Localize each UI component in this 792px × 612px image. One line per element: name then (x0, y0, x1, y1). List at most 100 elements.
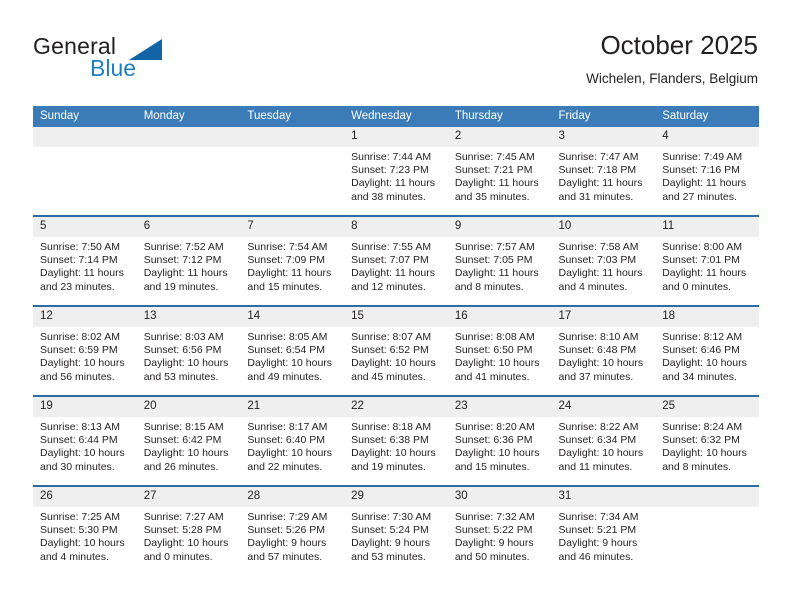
calendar-day-cell[interactable]: 5 Sunrise: 7:50 AM Sunset: 7:14 PM Daylig… (33, 215, 137, 306)
calendar-day-cell[interactable]: 26 Sunrise: 7:25 AM Sunset: 5:30 PM Dayli… (33, 485, 137, 575)
calendar-day-cell[interactable]: 3 Sunrise: 7:47 AM Sunset: 7:18 PM Daylig… (551, 127, 656, 216)
calendar-day-number: 9 (447, 217, 552, 237)
calendar-day-cell[interactable]: 9 Sunrise: 7:57 AM Sunset: 7:05 PM Daylig… (447, 215, 552, 306)
calendar-day-sun-info: Sunrise: 8:05 AM Sunset: 6:54 PM Dayligh… (247, 331, 333, 383)
weekday-header-saturday: Saturday (655, 106, 759, 127)
calendar-day-cell[interactable]: 6 Sunrise: 7:52 AM Sunset: 7:12 PM Daylig… (136, 215, 241, 306)
calendar-day-number (655, 487, 759, 507)
calendar-day-cell[interactable]: 12 Sunrise: 8:02 AM Sunset: 6:59 PM Dayli… (33, 305, 137, 396)
calendar-day-inner: 15 Sunrise: 8:07 AM Sunset: 6:52 PM Dayli… (344, 307, 448, 395)
calendar-day-inner: 21 Sunrise: 8:17 AM Sunset: 6:40 PM Dayli… (240, 397, 345, 485)
calendar-day-sun-info: Sunrise: 8:02 AM Sunset: 6:59 PM Dayligh… (40, 331, 125, 383)
calendar-day-cell[interactable]: 24 Sunrise: 8:22 AM Sunset: 6:34 PM Dayli… (551, 395, 656, 486)
calendar-day-cell[interactable]: 28 Sunrise: 7:29 AM Sunset: 5:26 PM Dayli… (240, 485, 345, 575)
calendar-day-number: 7 (240, 217, 345, 237)
calendar-day-inner: 26 Sunrise: 7:25 AM Sunset: 5:30 PM Dayli… (33, 487, 137, 575)
calendar-day-cell[interactable]: 16 Sunrise: 8:08 AM Sunset: 6:50 PM Dayli… (447, 305, 552, 396)
logo-general-blue[interactable]: General Blue (33, 33, 273, 85)
calendar-day-cell[interactable]: 25 Sunrise: 8:24 AM Sunset: 6:32 PM Dayli… (655, 395, 759, 486)
calendar-day-cell[interactable]: 13 Sunrise: 8:03 AM Sunset: 6:56 PM Dayli… (136, 305, 241, 396)
calendar-day-inner: 3 Sunrise: 7:47 AM Sunset: 7:18 PM Daylig… (551, 127, 656, 215)
calendar-day-sun-info: Sunrise: 8:10 AM Sunset: 6:48 PM Dayligh… (558, 331, 644, 383)
calendar-day-cell[interactable]: 8 Sunrise: 7:55 AM Sunset: 7:07 PM Daylig… (344, 215, 448, 306)
calendar-day-number: 2 (447, 127, 552, 147)
calendar-day-cell[interactable]: 14 Sunrise: 8:05 AM Sunset: 6:54 PM Dayli… (240, 305, 345, 396)
weekday-header-monday: Monday (136, 106, 241, 127)
calendar-day-cell[interactable]: 23 Sunrise: 8:20 AM Sunset: 6:36 PM Dayli… (447, 395, 552, 486)
calendar-day-cell[interactable]: 21 Sunrise: 8:17 AM Sunset: 6:40 PM Dayli… (240, 395, 345, 486)
calendar-day-sun-info (655, 507, 759, 511)
calendar-day-number: 17 (551, 307, 656, 327)
calendar-page: General Blue October 2025 Wichelen, Flan… (0, 0, 792, 612)
calendar-day-inner: 25 Sunrise: 8:24 AM Sunset: 6:32 PM Dayli… (655, 397, 759, 485)
calendar-day-cell[interactable]: 17 Sunrise: 8:10 AM Sunset: 6:48 PM Dayli… (551, 305, 656, 396)
calendar-day-sun-info: Sunrise: 8:20 AM Sunset: 6:36 PM Dayligh… (454, 421, 540, 473)
calendar-day-cell[interactable]: 4 Sunrise: 7:49 AM Sunset: 7:16 PM Daylig… (655, 127, 759, 216)
weekday-header-thursday: Thursday (447, 106, 552, 127)
calendar-day-cell-empty (33, 127, 137, 216)
calendar-day-cell[interactable]: 2 Sunrise: 7:45 AM Sunset: 7:21 PM Daylig… (447, 127, 552, 216)
calendar-day-sun-info: Sunrise: 8:03 AM Sunset: 6:56 PM Dayligh… (143, 331, 229, 383)
calendar-day-number: 11 (655, 217, 759, 237)
calendar-day-sun-info: Sunrise: 8:22 AM Sunset: 6:34 PM Dayligh… (558, 421, 644, 473)
calendar-day-cell[interactable]: 15 Sunrise: 8:07 AM Sunset: 6:52 PM Dayli… (344, 305, 448, 396)
calendar-day-number: 14 (240, 307, 345, 327)
calendar-day-sun-info: Sunrise: 7:50 AM Sunset: 7:14 PM Dayligh… (40, 241, 124, 293)
calendar-day-sun-info: Sunrise: 8:17 AM Sunset: 6:40 PM Dayligh… (247, 421, 333, 473)
calendar-day-number: 12 (33, 307, 137, 327)
calendar-day-number: 8 (344, 217, 448, 237)
calendar-day-inner (240, 127, 345, 215)
calendar-day-inner: 17 Sunrise: 8:10 AM Sunset: 6:48 PM Dayli… (551, 307, 656, 395)
calendar-day-sun-info: Sunrise: 8:13 AM Sunset: 6:44 PM Dayligh… (40, 421, 125, 473)
calendar-header-row: Sunday Monday Tuesday Wednesday Thursday… (33, 106, 759, 127)
calendar-day-number: 6 (136, 217, 241, 237)
calendar-day-sun-info: Sunrise: 7:45 AM Sunset: 7:21 PM Dayligh… (454, 151, 539, 203)
calendar-day-inner: 27 Sunrise: 7:27 AM Sunset: 5:28 PM Dayli… (136, 487, 241, 575)
calendar-day-inner: 28 Sunrise: 7:29 AM Sunset: 5:26 PM Dayli… (240, 487, 345, 575)
calendar-day-cell[interactable]: 31 Sunrise: 7:34 AM Sunset: 5:21 PM Dayli… (551, 485, 656, 575)
calendar-day-cell-empty (240, 127, 345, 216)
calendar-day-inner: 2 Sunrise: 7:45 AM Sunset: 7:21 PM Daylig… (447, 127, 552, 215)
calendar-day-number: 25 (655, 397, 759, 417)
calendar-day-cell[interactable]: 20 Sunrise: 8:15 AM Sunset: 6:42 PM Dayli… (136, 395, 241, 486)
calendar-day-cell[interactable]: 19 Sunrise: 8:13 AM Sunset: 6:44 PM Dayli… (33, 395, 137, 486)
calendar-day-number: 5 (33, 217, 137, 237)
calendar-day-sun-info: Sunrise: 8:00 AM Sunset: 7:01 PM Dayligh… (662, 241, 747, 293)
calendar-week-row: 1 Sunrise: 7:44 AM Sunset: 7:23 PM Daylig… (33, 127, 759, 216)
calendar-day-inner: 31 Sunrise: 7:34 AM Sunset: 5:21 PM Dayli… (551, 487, 656, 575)
calendar-day-inner: 12 Sunrise: 8:02 AM Sunset: 6:59 PM Dayli… (33, 307, 137, 395)
calendar-day-sun-info: Sunrise: 7:57 AM Sunset: 7:05 PM Dayligh… (454, 241, 539, 293)
calendar-day-number: 13 (136, 307, 241, 327)
location-subtitle: Wichelen, Flanders, Belgium (586, 71, 758, 86)
calendar-day-cell[interactable]: 29 Sunrise: 7:30 AM Sunset: 5:24 PM Dayli… (344, 485, 448, 575)
calendar-day-inner: 13 Sunrise: 8:03 AM Sunset: 6:56 PM Dayli… (136, 307, 241, 395)
calendar-day-cell[interactable]: 7 Sunrise: 7:54 AM Sunset: 7:09 PM Daylig… (240, 215, 345, 306)
calendar-week-row: 19 Sunrise: 8:13 AM Sunset: 6:44 PM Dayli… (33, 395, 759, 486)
calendar-day-number: 23 (447, 397, 552, 417)
calendar-day-cell[interactable]: 18 Sunrise: 8:12 AM Sunset: 6:46 PM Dayli… (655, 305, 759, 396)
calendar-day-number: 31 (551, 487, 656, 507)
calendar-day-number: 26 (33, 487, 137, 507)
calendar-day-inner: 11 Sunrise: 8:00 AM Sunset: 7:01 PM Dayli… (655, 217, 759, 305)
calendar-day-cell[interactable]: 22 Sunrise: 8:18 AM Sunset: 6:38 PM Dayli… (344, 395, 448, 486)
calendar-day-number: 30 (447, 487, 552, 507)
calendar-day-cell[interactable]: 11 Sunrise: 8:00 AM Sunset: 7:01 PM Dayli… (655, 215, 759, 306)
calendar-day-cell[interactable]: 1 Sunrise: 7:44 AM Sunset: 7:23 PM Daylig… (344, 127, 448, 216)
weekday-header-wednesday: Wednesday (344, 106, 448, 127)
calendar-day-sun-info: Sunrise: 8:15 AM Sunset: 6:42 PM Dayligh… (143, 421, 229, 473)
calendar-day-inner: 20 Sunrise: 8:15 AM Sunset: 6:42 PM Dayli… (136, 397, 241, 485)
calendar-day-sun-info: Sunrise: 8:12 AM Sunset: 6:46 PM Dayligh… (662, 331, 747, 383)
calendar-day-inner: 24 Sunrise: 8:22 AM Sunset: 6:34 PM Dayli… (551, 397, 656, 485)
calendar-day-sun-info: Sunrise: 7:29 AM Sunset: 5:26 PM Dayligh… (247, 511, 328, 563)
calendar-grid: Sunday Monday Tuesday Wednesday Thursday… (33, 106, 759, 575)
calendar-day-cell[interactable]: 10 Sunrise: 7:58 AM Sunset: 7:03 PM Dayli… (551, 215, 656, 306)
calendar-day-inner: 1 Sunrise: 7:44 AM Sunset: 7:23 PM Daylig… (344, 127, 448, 215)
calendar-day-inner: 23 Sunrise: 8:20 AM Sunset: 6:36 PM Dayli… (447, 397, 552, 485)
calendar-day-number: 19 (33, 397, 137, 417)
calendar-day-number: 24 (551, 397, 656, 417)
calendar-day-cell[interactable]: 30 Sunrise: 7:32 AM Sunset: 5:22 PM Dayli… (447, 485, 552, 575)
calendar-day-cell[interactable]: 27 Sunrise: 7:27 AM Sunset: 5:28 PM Dayli… (136, 485, 241, 575)
calendar-day-number: 29 (344, 487, 448, 507)
calendar-day-sun-info: Sunrise: 8:24 AM Sunset: 6:32 PM Dayligh… (662, 421, 747, 473)
calendar-day-number: 22 (344, 397, 448, 417)
